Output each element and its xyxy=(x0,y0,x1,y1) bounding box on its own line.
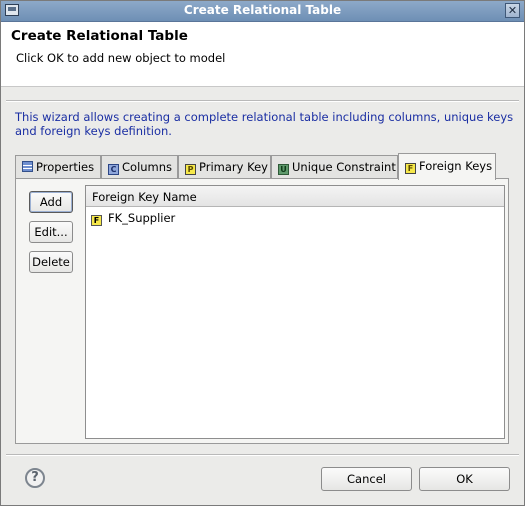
close-button[interactable]: ✕ xyxy=(505,3,520,18)
window-title: Create Relational Table xyxy=(183,3,342,17)
wizard-description: This wizard allows creating a complete r… xyxy=(15,110,514,138)
tab-label: Columns xyxy=(122,160,173,174)
tab-label: Properties xyxy=(36,160,95,174)
delete-button[interactable]: Delete xyxy=(29,251,73,273)
tab-unique-constraint[interactable]: U Unique Constraint xyxy=(271,155,398,178)
add-button[interactable]: Add xyxy=(29,191,73,213)
title-bar[interactable]: Create Relational Table ✕ xyxy=(1,1,524,22)
ok-button[interactable]: OK xyxy=(419,467,510,491)
foreign-key-name: FK_Supplier xyxy=(108,211,176,225)
column-header-foreign-key-name[interactable]: Foreign Key Name xyxy=(86,186,504,207)
separator xyxy=(6,454,519,456)
tab-properties[interactable]: Properties xyxy=(15,155,101,178)
dialog-window: Create Relational Table ✕ Create Relatio… xyxy=(0,0,525,506)
tab-primary-key[interactable]: P Primary Key xyxy=(178,155,271,178)
foreign-key-icon: F xyxy=(91,215,102,226)
table-icon xyxy=(22,161,33,172)
foreign-key-icon: F xyxy=(405,163,416,174)
primary-key-icon: P xyxy=(185,164,196,175)
edit-button[interactable]: Edit... xyxy=(29,221,73,243)
separator xyxy=(6,100,519,102)
unique-constraint-icon: U xyxy=(278,164,289,175)
tab-foreign-keys[interactable]: F Foreign Keys xyxy=(398,153,496,180)
help-icon[interactable]: ? xyxy=(25,468,45,488)
tab-label: Foreign Keys xyxy=(419,159,493,173)
tab-columns[interactable]: C Columns xyxy=(101,155,178,178)
table-row[interactable]: F FK_Supplier xyxy=(91,211,175,226)
foreign-keys-panel: Add Edit... Delete Foreign Key Name F FK_… xyxy=(15,178,509,444)
wizard-header: Create Relational Table Click OK to add … xyxy=(1,22,524,87)
foreign-keys-table[interactable]: Foreign Key Name F FK_Supplier xyxy=(85,185,505,439)
wizard-title: Create Relational Table xyxy=(11,28,188,44)
wizard-message: Click OK to add new object to model xyxy=(16,51,226,65)
cancel-button[interactable]: Cancel xyxy=(321,467,412,491)
tab-label: Unique Constraint xyxy=(292,160,396,174)
columns-icon: C xyxy=(108,164,119,175)
tab-label: Primary Key xyxy=(199,160,268,174)
